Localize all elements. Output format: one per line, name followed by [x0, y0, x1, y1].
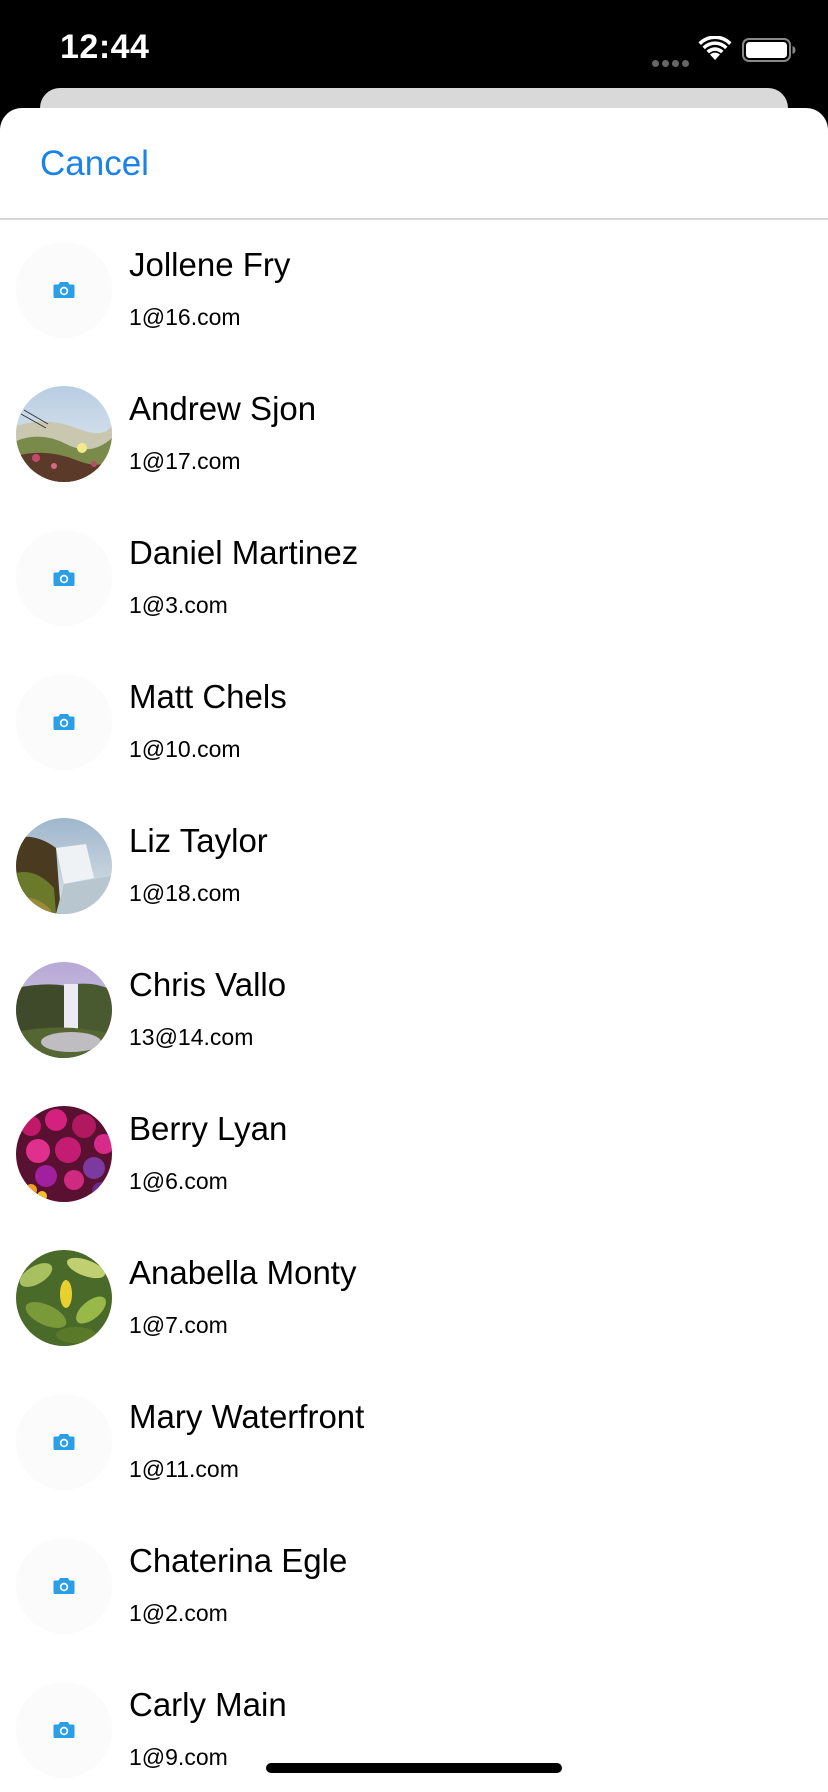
avatar-placeholder [16, 1538, 112, 1634]
avatar-placeholder [16, 674, 112, 770]
screen: 12:44 Cancel Jollene Fry 1@16.com Andrew S… [0, 0, 828, 1792]
contact-row[interactable]: Chaterina Egle 1@2.com [0, 1516, 828, 1660]
cellular-signal-icon [652, 54, 692, 67]
wifi-icon [698, 36, 732, 60]
navigation-bar: Cancel [0, 108, 828, 220]
contact-email: 1@2.com [129, 1600, 228, 1626]
contact-name: Chaterina Egle [129, 1542, 348, 1579]
home-indicator[interactable] [266, 1763, 562, 1773]
camera-icon [53, 1434, 75, 1450]
contact-row[interactable]: Anabella Monty 1@7.com [0, 1228, 828, 1372]
contact-name: Daniel Martinez [129, 534, 359, 571]
avatar-placeholder [16, 530, 112, 626]
avatar-photo [16, 818, 112, 914]
avatar-placeholder [16, 242, 112, 338]
camera-icon [53, 714, 75, 730]
camera-icon [53, 282, 75, 298]
contact-name: Berry Lyan [129, 1110, 288, 1147]
avatar-photo [16, 962, 112, 1058]
contact-email: 13@14.com [129, 1024, 254, 1050]
contact-name: Andrew Sjon [129, 390, 317, 427]
contact-name: Liz Taylor [129, 822, 268, 859]
contact-row[interactable]: Andrew Sjon 1@17.com [0, 364, 828, 508]
contact-email: 1@7.com [129, 1312, 228, 1338]
contact-row[interactable]: Daniel Martinez 1@3.com [0, 508, 828, 652]
status-bar: 12:44 [0, 0, 828, 100]
contact-email: 1@3.com [129, 592, 228, 618]
contact-name: Mary Waterfront [129, 1398, 365, 1435]
contact-row[interactable]: Jollene Fry 1@16.com [0, 220, 828, 364]
contact-name: Carly Main [129, 1686, 287, 1723]
contact-row[interactable]: Liz Taylor 1@18.com [0, 796, 828, 940]
contact-row[interactable]: Mary Waterfront 1@11.com [0, 1372, 828, 1516]
contact-picker-sheet: Cancel Jollene Fry 1@16.com Andrew Sjon 1@1… [0, 108, 828, 1792]
contact-email: 1@18.com [129, 880, 241, 906]
contact-email: 1@10.com [129, 736, 241, 762]
contact-name: Jollene Fry [129, 246, 291, 283]
avatar-placeholder [16, 1682, 112, 1778]
contact-email: 1@9.com [129, 1744, 228, 1770]
contact-name: Matt Chels [129, 678, 287, 715]
contact-email: 1@6.com [129, 1168, 228, 1194]
cancel-button[interactable]: Cancel [40, 144, 149, 184]
avatar-photo [16, 1250, 112, 1346]
contact-email: 1@17.com [129, 448, 241, 474]
camera-icon [53, 1722, 75, 1738]
avatar-photo [16, 386, 112, 482]
contact-row[interactable]: Matt Chels 1@10.com [0, 652, 828, 796]
camera-icon [53, 570, 75, 586]
camera-icon [53, 1578, 75, 1594]
battery-icon [742, 38, 796, 62]
contact-row[interactable]: Chris Vallo 13@14.com [0, 940, 828, 1084]
contact-list: Jollene Fry 1@16.com Andrew Sjon 1@17.com Da… [0, 220, 828, 1792]
contact-email: 1@11.com [129, 1456, 239, 1482]
contact-row[interactable]: Berry Lyan 1@6.com [0, 1084, 828, 1228]
avatar-photo [16, 1106, 112, 1202]
contact-name: Chris Vallo [129, 966, 287, 1003]
status-time: 12:44 [60, 28, 150, 66]
avatar-placeholder [16, 1394, 112, 1490]
contact-email: 1@16.com [129, 304, 241, 330]
contact-name: Anabella Monty [129, 1254, 357, 1291]
